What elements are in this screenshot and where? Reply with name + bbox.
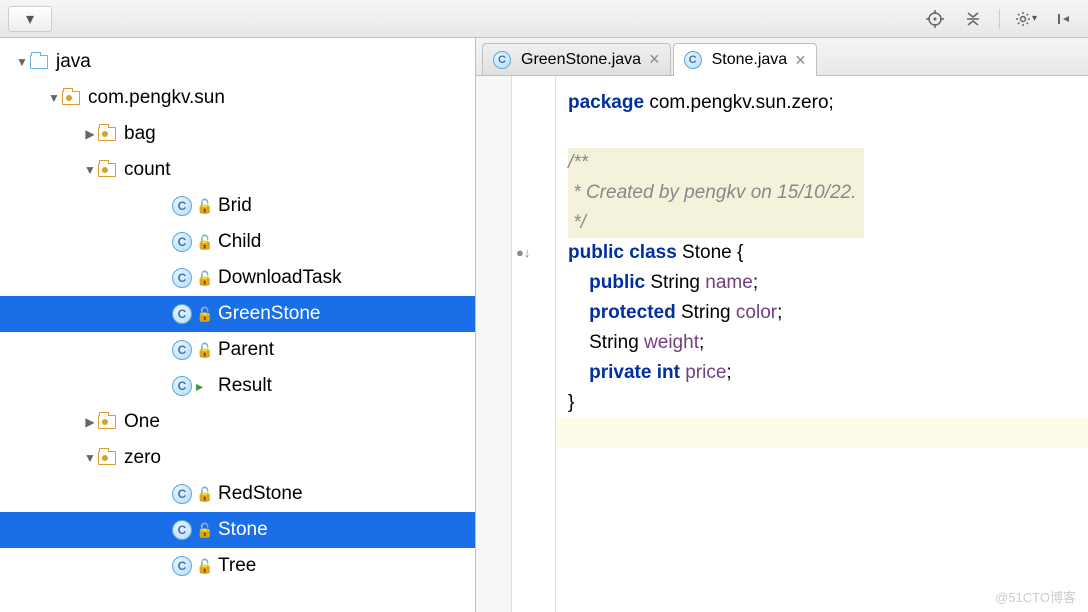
tree-class-parent[interactable]: C 🔓 Parent	[0, 332, 475, 368]
tree-label: Brid	[218, 195, 252, 217]
class-icon: C	[172, 556, 192, 576]
lock-icon: 🔓	[196, 270, 210, 287]
hide-icon[interactable]	[1048, 6, 1080, 32]
tree-label: Stone	[218, 519, 268, 541]
tree-label: Tree	[218, 555, 256, 577]
tree-label: com.pengkv.sun	[88, 87, 225, 109]
tree-pkg-count[interactable]: ▼ count	[0, 152, 475, 188]
watermark: @51CTO博客	[995, 587, 1076, 606]
package-icon	[98, 163, 116, 177]
gear-icon[interactable]: ▾	[1010, 6, 1042, 32]
view-dropdown[interactable]: ▾	[8, 6, 52, 32]
tree-class-brid[interactable]: C 🔓 Brid	[0, 188, 475, 224]
target-icon[interactable]	[919, 6, 951, 32]
chevron-right-icon[interactable]: ▶	[82, 127, 98, 141]
project-toolbar: ▾ ▾	[0, 0, 1088, 38]
caret-line	[556, 418, 1088, 448]
class-icon: C	[172, 268, 192, 288]
class-icon: C	[172, 376, 192, 396]
chevron-down-icon[interactable]: ▼	[82, 451, 98, 465]
package-icon	[98, 451, 116, 465]
tree-label: count	[124, 159, 170, 181]
tree-class-result[interactable]: C ▸ Result	[0, 368, 475, 404]
class-icon: C	[172, 304, 192, 324]
class-icon: C	[172, 196, 192, 216]
tree-class-redstone[interactable]: C 🔓 RedStone	[0, 476, 475, 512]
tree-pkg-zero[interactable]: ▼ zero	[0, 440, 475, 476]
tab-label: GreenStone.java	[521, 51, 641, 69]
override-marker-icon[interactable]: ●↓	[516, 238, 530, 268]
tab-label: Stone.java	[712, 51, 788, 69]
tree-class-greenstone[interactable]: C 🔓 GreenStone	[0, 296, 475, 332]
editor-panel: C GreenStone.java × C Stone.java × ●↓ pa…	[476, 38, 1088, 612]
tree-label: zero	[124, 447, 161, 469]
collapse-icon[interactable]	[957, 6, 989, 32]
class-icon: C	[172, 232, 192, 252]
project-tree[interactable]: ▼ java ▼ com.pengkv.sun ▶ bag ▼ count C …	[0, 38, 476, 612]
folder-icon	[30, 55, 48, 69]
tab-greenstone[interactable]: C GreenStone.java ×	[482, 43, 671, 75]
lock-icon: 🔓	[196, 234, 210, 251]
lock-icon: 🔓	[196, 558, 210, 575]
lock-icon: 🔓	[196, 342, 210, 359]
tab-stone[interactable]: C Stone.java ×	[673, 43, 817, 76]
tree-class-download[interactable]: C 🔓 DownloadTask	[0, 260, 475, 296]
editor-tabs: C GreenStone.java × C Stone.java ×	[476, 38, 1088, 76]
chevron-right-icon[interactable]: ▶	[82, 415, 98, 429]
tree-label: java	[56, 51, 91, 73]
package-icon	[98, 127, 116, 141]
close-icon[interactable]: ×	[793, 50, 808, 71]
chevron-down-icon[interactable]: ▼	[46, 91, 62, 105]
main-split: ▼ java ▼ com.pengkv.sun ▶ bag ▼ count C …	[0, 38, 1088, 612]
package-icon	[98, 415, 116, 429]
chevron-down-icon[interactable]: ▼	[82, 163, 98, 177]
lock-icon: 🔓	[196, 198, 210, 215]
run-icon: ▸	[196, 378, 210, 395]
fold-gutter	[476, 76, 512, 612]
chevron-down-icon[interactable]: ▼	[14, 55, 30, 69]
tree-class-stone[interactable]: C 🔓 Stone	[0, 512, 475, 548]
class-icon: C	[172, 340, 192, 360]
lock-icon: 🔓	[196, 486, 210, 503]
tree-label: Child	[218, 231, 261, 253]
tree-class-child[interactable]: C 🔓 Child	[0, 224, 475, 260]
close-icon[interactable]: ×	[647, 49, 662, 70]
lock-icon: 🔓	[196, 522, 210, 539]
code-area[interactable]: package com.pengkv.sun.zero; /** * Creat…	[556, 76, 1088, 612]
tree-label: bag	[124, 123, 156, 145]
tree-pkg-sun[interactable]: ▼ com.pengkv.sun	[0, 80, 475, 116]
tree-label: GreenStone	[218, 303, 320, 325]
tree-label: RedStone	[218, 483, 303, 505]
tree-label: One	[124, 411, 160, 433]
tree-folder-java[interactable]: ▼ java	[0, 44, 475, 80]
tree-pkg-bag[interactable]: ▶ bag	[0, 116, 475, 152]
tree-label: Result	[218, 375, 272, 397]
package-icon	[62, 91, 80, 105]
class-icon: C	[684, 51, 702, 69]
class-icon: C	[493, 51, 511, 69]
marker-gutter: ●↓	[512, 76, 556, 612]
tree-label: Parent	[218, 339, 274, 361]
lock-icon: 🔓	[196, 306, 210, 323]
class-icon: C	[172, 484, 192, 504]
tree-label: DownloadTask	[218, 267, 342, 289]
tree-pkg-one[interactable]: ▶ One	[0, 404, 475, 440]
code-editor[interactable]: ●↓ package com.pengkv.sun.zero; /** * Cr…	[476, 76, 1088, 612]
class-icon: C	[172, 520, 192, 540]
tree-class-tree[interactable]: C 🔓 Tree	[0, 548, 475, 584]
